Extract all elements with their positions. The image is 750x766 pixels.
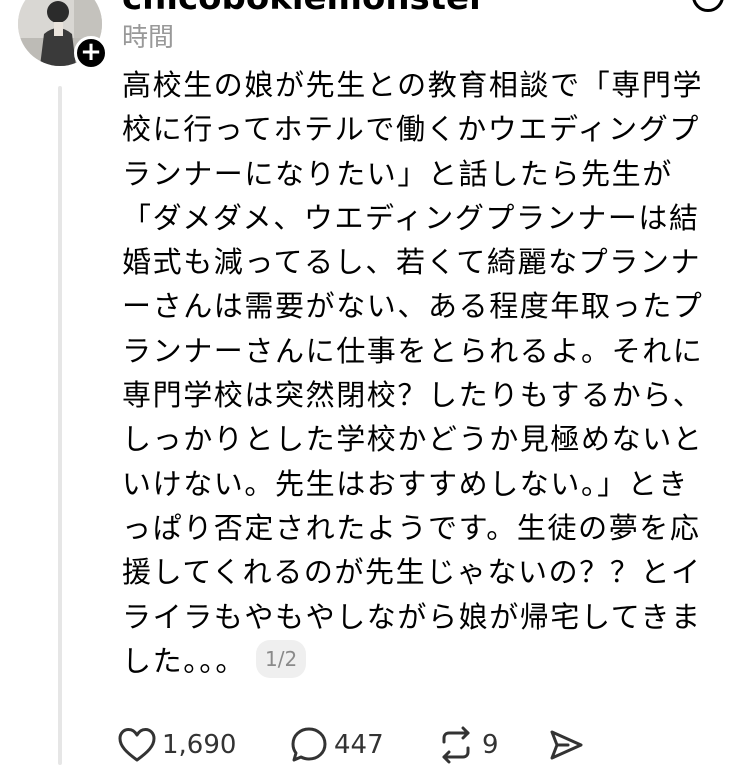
post-line: 援してくれるのが先生じゃないの？？とイ (122, 555, 702, 590)
post-line: ーさんは需要がない、ある程度年取ったプ (122, 289, 704, 324)
post-line: ランナーになりたい」と話したら先生が (122, 156, 673, 191)
post-header: chicobokiemonster (0, 0, 750, 20)
post-line: 校に行ってホテルで働くかウエディングプ (122, 112, 700, 147)
plus-icon: + (80, 37, 102, 67)
thread-line (58, 86, 62, 765)
post-line: ランナーさんに仕事をとられるよ。それに (122, 333, 704, 368)
post-line-last: した。。。 1/2 (122, 639, 732, 683)
username[interactable]: chicobokiemonster (122, 0, 486, 18)
send-icon (550, 730, 583, 760)
repost-icon (442, 726, 470, 764)
follow-button[interactable]: + (74, 36, 108, 70)
post-line: っぱり否定されたようです。生徒の夢を応 (122, 510, 701, 545)
page-indicator[interactable]: 1/2 (256, 639, 307, 678)
post-text: 高校生の娘が先生との教育相談で「専門学 校に行ってホテルで働くかウエディングプ … (122, 63, 732, 683)
post-line: しっかりとした学校かどうか見極めないと (122, 422, 704, 457)
post-line: ライラもやもやしながら娘が帰宅してきま (122, 599, 702, 634)
like-button[interactable]: 1,690 (118, 724, 236, 766)
post-line: 専門学校は突然閉校？したりもするから、 (122, 378, 704, 413)
reply-button[interactable]: 447 (290, 724, 384, 766)
like-count: 1,690 (162, 730, 237, 760)
timestamp: 時間 (122, 23, 175, 53)
repost-button[interactable]: 9 (436, 724, 499, 766)
heart-icon (118, 728, 156, 762)
action-bar: 1,690 447 9 (118, 724, 738, 766)
repost-count: 9 (482, 730, 499, 760)
share-button[interactable] (548, 724, 584, 766)
reply-count: 447 (334, 730, 384, 760)
post-line: 「ダメダメ、ウエディングプランナーは結 (122, 200, 700, 235)
post-line-text: した。。。 (122, 643, 247, 678)
more-circle-icon[interactable] (692, 0, 724, 12)
post-line: いけない。先生はおすすめしない。」とき (122, 466, 689, 501)
comment-icon (291, 727, 327, 762)
post-line: 高校生の娘が先生との教育相談で「専門学 (122, 68, 704, 102)
post-line: 婚式も減ってるし、若くて綺麗なプランナ (122, 245, 702, 280)
